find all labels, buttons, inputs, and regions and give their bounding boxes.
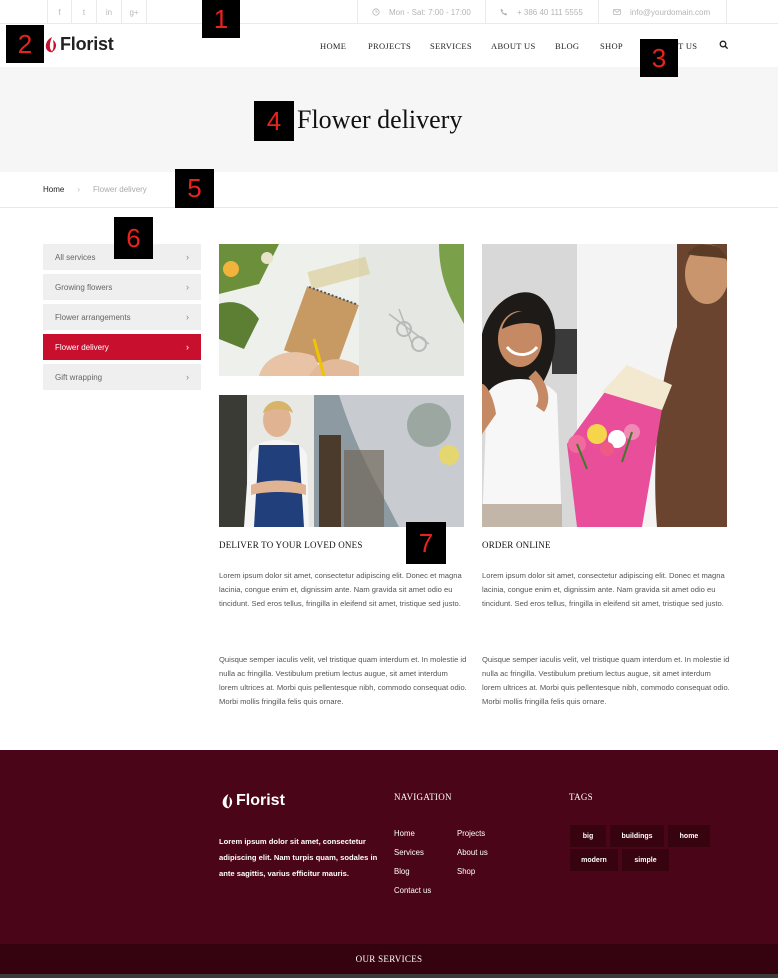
footer-description: Lorem ipsum dolor sit amet, consectetur … xyxy=(219,837,378,878)
nav-home[interactable]: HOME xyxy=(320,41,346,51)
sidebar-item-label: All services xyxy=(55,252,96,262)
nav-projects[interactable]: PROJECTS xyxy=(368,41,411,51)
annotation-badge: 6 xyxy=(114,217,153,259)
our-services-title: OUR SERVICES xyxy=(355,954,423,964)
section-title-order-online: ORDER ONLINE xyxy=(482,540,551,550)
bottom-image-strip xyxy=(0,974,778,978)
footer-tags-heading: TAGS xyxy=(569,792,593,802)
footer-link-services[interactable]: Services xyxy=(394,848,424,857)
annotation-badge: 4 xyxy=(254,101,294,141)
nav-shop[interactable]: SHOP xyxy=(600,41,623,51)
col1-paragraph-1: Lorem ipsum dolor sit amet, consectetur … xyxy=(219,571,462,608)
annotation-badge: 3 xyxy=(640,39,678,77)
linkedin-icon[interactable]: in xyxy=(97,0,122,24)
phone-icon xyxy=(500,8,508,16)
email-info: info@yourdomain.com xyxy=(598,0,727,24)
services-sidebar: All services › Growing flowers › Flower … xyxy=(43,244,201,394)
sidebar-item-label: Growing flowers xyxy=(55,282,113,292)
breadcrumb-home[interactable]: Home xyxy=(43,185,64,194)
opening-hours-text: Mon - Sat: 7:00 - 17:00 xyxy=(389,7,471,17)
footer-link-contact-us[interactable]: Contact us xyxy=(394,886,431,895)
nav-about-us[interactable]: ABOUT US xyxy=(491,41,536,51)
florist-shop-photo xyxy=(219,395,464,527)
sidebar-item-growing-flowers[interactable]: Growing flowers › xyxy=(43,274,201,300)
footer-link-about-us[interactable]: About us xyxy=(457,848,488,857)
annotation-badge: 5 xyxy=(175,169,214,208)
section-title-deliver: DELIVER TO YOUR LOVED ONES xyxy=(219,540,363,550)
tag-modern[interactable]: modern xyxy=(570,849,618,871)
twitter-icon[interactable]: t xyxy=(72,0,97,24)
tag-home[interactable]: home xyxy=(668,825,710,847)
google-plus-icon[interactable]: g+ xyxy=(122,0,147,24)
breadcrumb-separator: › xyxy=(77,185,81,194)
nav-services[interactable]: SERVICES xyxy=(430,41,472,51)
sidebar-item-flower-arrangements[interactable]: Flower arrangements › xyxy=(43,304,201,330)
phone-text[interactable]: + 386 40 111 5555 xyxy=(517,8,583,17)
breadcrumb-current: Flower delivery xyxy=(93,185,147,194)
col2-paragraph-1: Lorem ipsum dolor sit amet, consectetur … xyxy=(482,571,725,608)
chevron-right-icon: › xyxy=(186,282,189,292)
footer-link-projects[interactable]: Projects xyxy=(457,829,485,838)
annotation-badge: 1 xyxy=(202,0,240,38)
our-services-bar: OUR SERVICES xyxy=(0,944,778,974)
email-text[interactable]: info@yourdomain.com xyxy=(630,8,710,17)
footer-link-blog[interactable]: Blog xyxy=(394,867,410,876)
sidebar-item-label: Flower arrangements xyxy=(55,312,131,322)
page-title-band: Flower delivery xyxy=(0,67,778,172)
chevron-right-icon: › xyxy=(186,372,189,382)
nav-blog[interactable]: BLOG xyxy=(555,41,579,51)
chevron-right-icon: › xyxy=(186,252,189,262)
florist-notebook-photo xyxy=(219,244,464,376)
col2-paragraph-2: Quisque semper iaculis velit, vel tristi… xyxy=(482,655,730,706)
site-footer: Florist Lorem ipsum dolor sit amet, cons… xyxy=(0,750,778,944)
sidebar-item-flower-delivery[interactable]: Flower delivery › xyxy=(43,334,201,360)
col1-paragraph-2: Quisque semper iaculis velit, vel tristi… xyxy=(219,655,467,706)
chevron-right-icon: › xyxy=(186,312,189,322)
sidebar-item-label: Flower delivery xyxy=(55,342,109,352)
annotation-badge: 2 xyxy=(6,25,44,63)
footer-navigation-heading: NAVIGATION xyxy=(394,792,452,802)
flower-logo-icon xyxy=(222,793,233,808)
social-links: f t in g+ xyxy=(47,0,147,24)
phone-info: + 386 40 111 5555 xyxy=(485,0,598,24)
tag-buildings[interactable]: buildings xyxy=(610,825,664,847)
annotation-badge: 7 xyxy=(406,522,446,564)
top-bar: f t in g+ Mon - Sat: 7:00 - 17:00 + 386 … xyxy=(0,0,778,24)
envelope-icon xyxy=(613,9,621,15)
sidebar-item-gift-wrapping[interactable]: Gift wrapping › xyxy=(43,364,201,390)
breadcrumb: Home › Flower delivery xyxy=(0,172,778,208)
tag-simple[interactable]: simple xyxy=(622,849,669,871)
footer-logo-text: Florist xyxy=(236,792,285,809)
flower-delivery-photo xyxy=(482,244,727,527)
search-icon[interactable] xyxy=(719,40,729,50)
footer-link-shop[interactable]: Shop xyxy=(457,867,475,876)
opening-hours: Mon - Sat: 7:00 - 17:00 xyxy=(357,0,485,24)
chevron-right-icon: › xyxy=(186,342,189,352)
tag-big[interactable]: big xyxy=(570,825,606,847)
clock-icon xyxy=(372,8,380,16)
page-title: Flower delivery xyxy=(297,105,463,134)
footer-logo[interactable]: Florist xyxy=(221,792,285,810)
footer-link-home[interactable]: Home xyxy=(394,829,415,838)
facebook-icon[interactable]: f xyxy=(47,0,72,24)
sidebar-item-label: Gift wrapping xyxy=(55,372,103,382)
